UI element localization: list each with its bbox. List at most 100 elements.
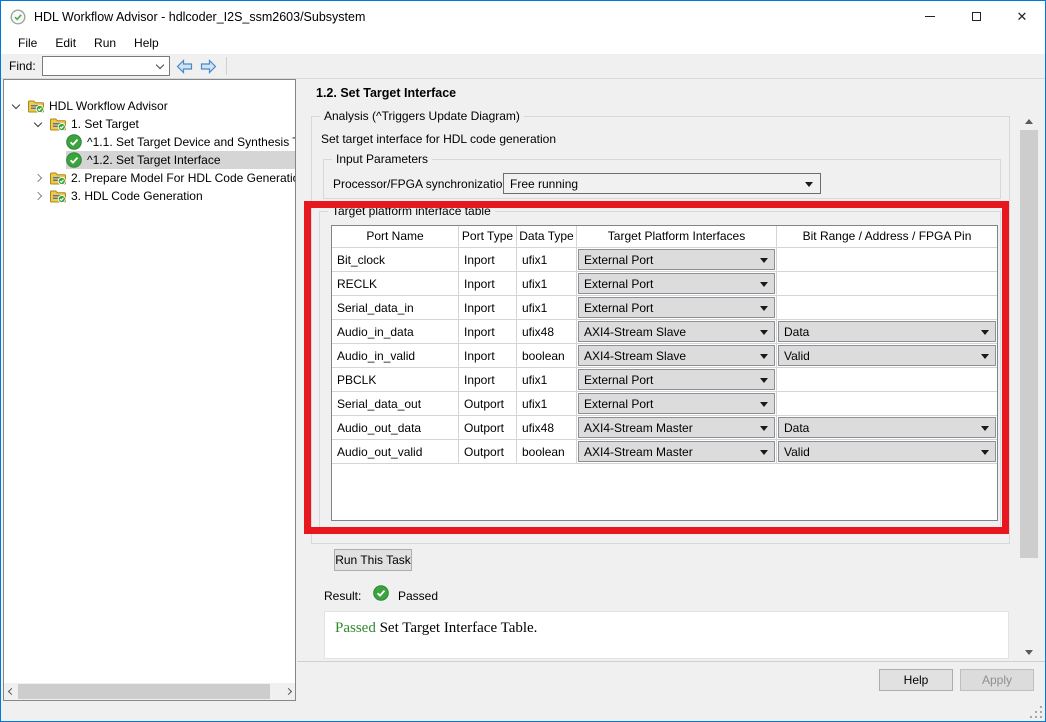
interface-dropdown[interactable]: External Port [578, 249, 775, 270]
port-name-cell: Audio_out_data [332, 416, 459, 440]
scroll-up-icon[interactable] [1020, 113, 1038, 130]
chevron-down-icon [155, 60, 164, 69]
arrow-right-icon [200, 58, 217, 74]
data-type-cell: boolean [517, 344, 577, 368]
title-bar: HDL Workflow Advisor - hdlcoder_I2S_ssm2… [1, 1, 1045, 32]
tree-item[interactable]: HDL Workflow Advisor [4, 97, 295, 115]
port-name-cell: Audio_in_data [332, 320, 459, 344]
find-input[interactable] [41, 56, 170, 76]
table-header-row: Port Name Port Type Data Type Target Platfo… [332, 226, 997, 248]
toolbar-separator [225, 57, 227, 75]
passed-check-icon [373, 585, 389, 601]
bit-range-dropdown[interactable]: Valid [778, 345, 996, 366]
analysis-groupbox-label: Analysis (^Triggers Update Diagram) [320, 109, 524, 123]
chevron-collapsed-icon[interactable] [32, 187, 50, 205]
table-row: Bit_clock Inport ufix1 External Port [332, 248, 997, 272]
chevron-expanded-icon[interactable] [10, 97, 28, 115]
interface-dropdown[interactable]: External Port [578, 297, 775, 318]
port-type-cell: Inport [459, 296, 517, 320]
window-title: HDL Workflow Advisor - hdlcoder_I2S_ssm2… [34, 9, 366, 24]
tree-item[interactable]: ^1.1. Set Target Device and Synthesis To… [4, 133, 295, 151]
chevron-collapsed-icon[interactable] [32, 169, 50, 187]
menu-item-edit[interactable]: Edit [46, 33, 85, 53]
menu-item-help[interactable]: Help [125, 33, 168, 53]
menu-item-run[interactable]: Run [85, 33, 125, 53]
port-name-cell: PBCLK [332, 368, 459, 392]
find-label: Find: [9, 59, 36, 73]
scrollbar-thumb[interactable] [18, 684, 270, 699]
data-type-cell: ufix1 [517, 368, 577, 392]
app-check-icon [10, 8, 26, 25]
menu-item-file[interactable]: File [9, 33, 46, 53]
tree-item[interactable]: 2. Prepare Model For HDL Code Generation [4, 169, 295, 187]
result-message-box: Passed Set Target Interface Table. [324, 611, 1009, 659]
scrollbar-thumb[interactable] [1020, 130, 1038, 558]
bit-range-dropdown[interactable]: Data [778, 321, 996, 342]
find-previous-button[interactable] [176, 58, 194, 74]
table-body: Bit_clock Inport ufix1 External Port RECLK In… [332, 248, 997, 464]
tree-item[interactable]: 3. HDL Code Generation [4, 187, 295, 205]
task-description: Set target interface for HDL code genera… [321, 132, 557, 146]
port-type-cell: Outport [459, 392, 517, 416]
chevron-expanded-icon[interactable] [32, 115, 50, 133]
close-button[interactable]: ✕ [999, 1, 1045, 32]
folder-check-icon [50, 170, 66, 186]
interface-dropdown[interactable]: External Port [578, 369, 775, 390]
tree-item-label: 3. HDL Code Generation [71, 189, 203, 203]
result-label: Result: [324, 589, 362, 603]
bit-range-dropdown[interactable]: Data [778, 417, 996, 438]
scroll-right-icon[interactable] [281, 683, 295, 700]
menu-bar: File Edit Run Help [1, 32, 1045, 54]
scroll-left-icon[interactable] [4, 683, 18, 700]
run-this-task-button[interactable]: Run This Task [334, 549, 412, 571]
table-row: Serial_data_in Inport ufix1 External Port [332, 296, 997, 320]
content-vertical-scrollbar[interactable] [1020, 113, 1038, 661]
minimize-icon [925, 16, 935, 17]
status-bar [1, 701, 1045, 721]
interface-dropdown[interactable]: External Port [578, 393, 775, 414]
interface-dropdown[interactable]: AXI4-Stream Master [578, 441, 775, 462]
port-name-cell: Bit_clock [332, 248, 459, 272]
hdl-workflow-advisor-window: HDL Workflow Advisor - hdlcoder_I2S_ssm2… [0, 0, 1046, 722]
find-next-button[interactable] [200, 58, 218, 74]
column-header: Port Type [459, 226, 517, 248]
interface-dropdown[interactable]: External Port [578, 273, 775, 294]
interface-dropdown[interactable]: AXI4-Stream Slave [578, 345, 775, 366]
data-type-cell: boolean [517, 440, 577, 464]
scroll-down-icon[interactable] [1020, 644, 1038, 661]
help-button[interactable]: Help [879, 669, 953, 691]
table-row: RECLK Inport ufix1 External Port [332, 272, 997, 296]
resize-grip-icon[interactable] [1030, 706, 1042, 718]
port-type-cell: Inport [459, 272, 517, 296]
table-row: Serial_data_out Outport ufix1 External Port [332, 392, 997, 416]
table-row: Audio_out_data Outport ufix48 AXI4-Stream M… [332, 416, 997, 440]
port-type-cell: Inport [459, 248, 517, 272]
data-type-cell: ufix48 [517, 416, 577, 440]
column-header: Bit Range / Address / FPGA Pin [777, 226, 997, 248]
data-type-cell: ufix48 [517, 320, 577, 344]
interface-dropdown[interactable]: AXI4-Stream Slave [578, 321, 775, 342]
task-content-panel: 1.2. Set Target Interface Analysis (^Tri… [297, 79, 1019, 661]
check-circle-icon [66, 134, 82, 150]
port-type-cell: Inport [459, 320, 517, 344]
folder-check-icon [28, 98, 44, 114]
tree-horizontal-scrollbar[interactable] [4, 683, 295, 700]
bit-range-dropdown[interactable]: Valid [778, 441, 996, 462]
tree-item-label: 1. Set Target [71, 117, 139, 131]
check-circle-icon [66, 152, 82, 168]
minimize-button[interactable] [907, 1, 953, 32]
tree-item[interactable]: ^1.2. Set Target Interface [4, 151, 295, 169]
footer-button-row: Help Apply [297, 661, 1045, 701]
interface-dropdown[interactable]: AXI4-Stream Master [578, 417, 775, 438]
port-type-cell: Outport [459, 440, 517, 464]
page-title: 1.2. Set Target Interface [316, 86, 457, 100]
data-type-cell: ufix1 [517, 296, 577, 320]
tree-item[interactable]: 1. Set Target [4, 115, 295, 133]
maximize-button[interactable] [953, 1, 999, 32]
port-name-cell: Audio_out_valid [332, 440, 459, 464]
sync-dropdown[interactable]: Free running [503, 173, 821, 194]
table-row: Audio_in_data Inport ufix48 AXI4-Stream Sla… [332, 320, 997, 344]
tree-item-label: 2. Prepare Model For HDL Code Generation [71, 171, 295, 185]
apply-button[interactable]: Apply [960, 669, 1034, 691]
data-type-cell: ufix1 [517, 248, 577, 272]
